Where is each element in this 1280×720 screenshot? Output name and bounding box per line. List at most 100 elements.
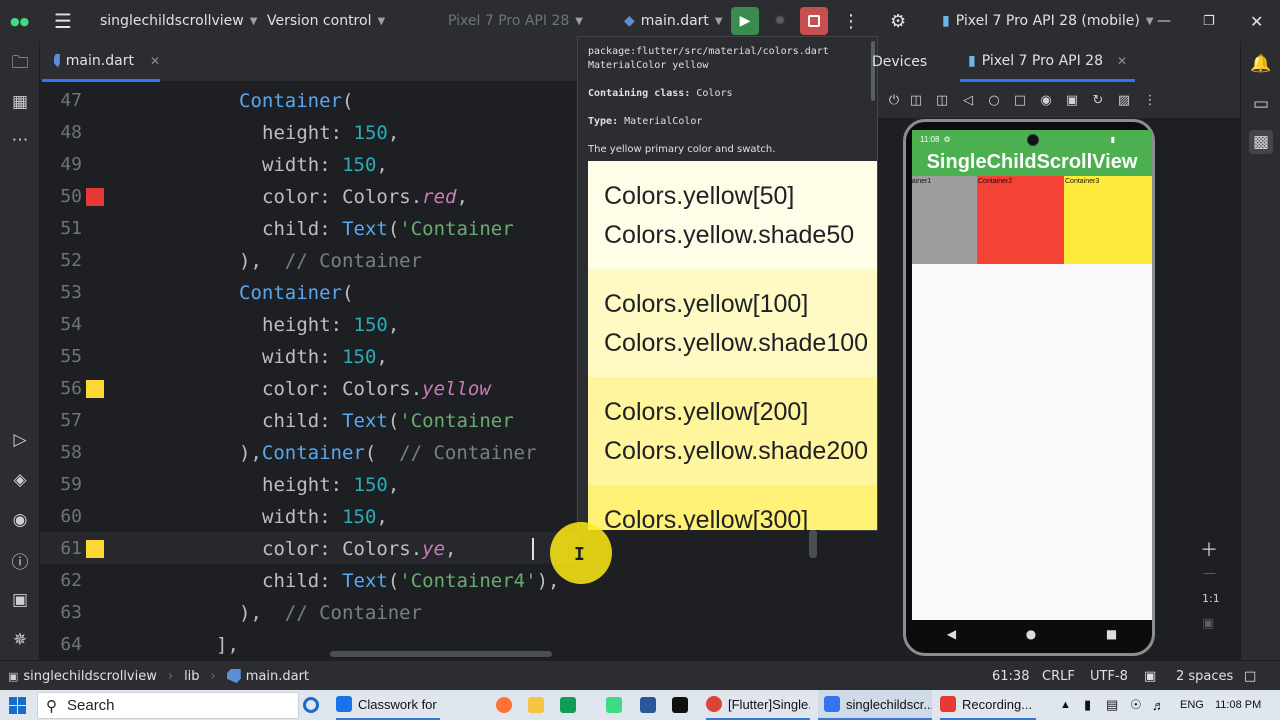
taskbar-clock[interactable]: 11:08 PM — [1215, 690, 1261, 720]
code-line[interactable]: 57 child: Text('Container — [40, 405, 580, 437]
file-encoding[interactable]: UTF-8 — [1090, 661, 1128, 691]
zoom-actual-size[interactable]: 1:1 — [1202, 592, 1220, 605]
taskbar-app-android-studio[interactable]: singlechildscr... — [818, 690, 932, 720]
nav-back-icon[interactable]: ◀ — [947, 627, 956, 641]
taskbar-search[interactable]: ⚲ Search — [37, 692, 299, 719]
code-line[interactable]: 62 child: Text('Container4'), — [40, 565, 580, 597]
display-icon[interactable]: ▨ — [1116, 92, 1132, 108]
phone-screen[interactable]: 11:08 ⚙ ▮ SingleChildScrollView Containe… — [912, 130, 1152, 620]
file-explorer-icon[interactable] — [528, 690, 544, 720]
color-gutter-swatch[interactable] — [86, 540, 104, 558]
windows-start-icon[interactable] — [9, 690, 26, 720]
gem-icon[interactable]: ◈ — [8, 468, 32, 492]
code-line[interactable]: 54 height: 150, — [40, 309, 580, 341]
cortana-icon[interactable] — [303, 690, 319, 720]
editor-vscrollbar[interactable] — [809, 530, 817, 558]
device-manager-icon[interactable]: ▭ — [1249, 92, 1273, 116]
language-indicator[interactable]: ENG — [1180, 690, 1204, 720]
code-editor[interactable]: 47 Container(48 height: 150, 49 width: 150, 5… — [40, 82, 580, 660]
volume-up-icon[interactable]: ◫ — [908, 92, 924, 108]
volume-icon[interactable]: ♬ — [1152, 690, 1165, 720]
lock-icon[interactable]: □ — [1244, 661, 1256, 691]
tab-pixel-device[interactable]: ▮ Pixel 7 Pro API 28 ✕ — [960, 42, 1136, 82]
readonly-icon[interactable]: ▣ — [1144, 661, 1156, 691]
code-line[interactable]: 58),Container( // Container — [40, 437, 580, 469]
code-line[interactable]: 60 width: 150, — [40, 501, 580, 533]
tab-main-dart[interactable]: main.dart ✕ — [42, 42, 160, 82]
minimize-button[interactable]: — — [1157, 0, 1171, 42]
tray-chevron-icon[interactable]: ▲ — [1060, 690, 1071, 720]
restore-button[interactable]: ❐ — [1203, 0, 1215, 42]
running-devices-icon[interactable]: ▩ — [1249, 130, 1273, 154]
main-menu-icon[interactable]: ☰ — [54, 0, 72, 42]
indent-setting[interactable]: 2 spaces — [1176, 661, 1233, 691]
debug-button[interactable]: ✹ — [766, 7, 794, 35]
device-selector[interactable]: Pixel 7 Pro API 28 ▼ — [448, 0, 583, 42]
notifications-icon[interactable]: 🔔 — [1249, 52, 1273, 76]
media-icon[interactable] — [640, 690, 656, 720]
mic-icon[interactable]: ▮ — [1084, 690, 1091, 720]
terminal-icon[interactable]: ▣ — [8, 588, 32, 612]
doc-scrollbar[interactable] — [871, 41, 875, 101]
close-window-button[interactable]: ✕ — [1250, 0, 1263, 42]
zoom-in-icon[interactable]: ＋ — [1200, 536, 1218, 562]
run-tool-icon[interactable]: ▷ — [8, 428, 32, 452]
firefox-icon[interactable] — [496, 690, 512, 720]
project-selector[interactable]: singlechildscrollview ▼ — [100, 0, 257, 42]
more-icon[interactable]: ⋮ — [1142, 92, 1158, 108]
volume-down-icon[interactable]: ◫ — [934, 92, 950, 108]
zoom-out-icon[interactable]: — — [1203, 566, 1216, 581]
run-button[interactable]: ▶ — [731, 7, 759, 35]
running-device-selector[interactable]: ▮ Pixel 7 Pro API 28 (mobile) ▼ — [942, 0, 1154, 42]
overview-icon[interactable]: □ — [1012, 92, 1028, 108]
color-gutter-swatch[interactable] — [86, 380, 104, 398]
stop-button[interactable] — [800, 7, 828, 35]
wifi-icon[interactable]: ☉ — [1130, 690, 1142, 720]
nav-recents-icon[interactable]: ■ — [1106, 627, 1117, 641]
cursor-position[interactable]: 61:38 — [992, 661, 1029, 691]
close-tab-icon[interactable]: ✕ — [150, 54, 160, 68]
tiktok-icon[interactable] — [672, 690, 688, 720]
android-icon[interactable]: ◉ — [8, 508, 32, 532]
sheets-icon[interactable] — [560, 690, 576, 720]
network-icon[interactable]: ▤ — [1106, 690, 1118, 720]
camera-icon[interactable]: ◉ — [1038, 92, 1054, 108]
code-line[interactable]: 52), // Container — [40, 245, 580, 277]
code-line[interactable]: 49 width: 150, — [40, 149, 580, 181]
line-separator[interactable]: CRLF — [1042, 661, 1075, 691]
breadcrumb-file[interactable]: main.dart — [246, 669, 309, 684]
code-line[interactable]: 55 width: 150, — [40, 341, 580, 373]
taskbar-app-flutter-chrome[interactable]: [Flutter]Single... — [706, 690, 810, 720]
power-icon[interactable]: ⏻ — [886, 92, 902, 108]
code-line[interactable]: 47 Container( — [40, 85, 580, 117]
problems-icon[interactable]: ⓘ — [8, 548, 32, 573]
record-icon[interactable]: ▣ — [1064, 92, 1080, 108]
home-icon[interactable]: ○ — [986, 92, 1002, 108]
breadcrumb-dir[interactable]: lib — [184, 669, 199, 684]
code-line[interactable]: 51 child: Text('Container — [40, 213, 580, 245]
code-line[interactable]: 59 height: 150, — [40, 469, 580, 501]
taskbar-app-recording[interactable]: Recording... — [940, 690, 1036, 720]
code-line[interactable]: 56 color: Colors.yellow — [40, 373, 580, 405]
code-line[interactable]: 61 color: Colors.ye, — [40, 533, 580, 565]
vcs-menu[interactable]: Version control ▼ — [267, 0, 385, 42]
more-tools-icon[interactable]: ⋯ — [8, 128, 32, 152]
code-line[interactable]: 48 height: 150, — [40, 117, 580, 149]
back-icon[interactable]: ◁ — [960, 92, 976, 108]
close-tab-icon[interactable]: ✕ — [1117, 54, 1127, 68]
git-icon[interactable]: ✵ — [8, 628, 32, 652]
nav-home-icon[interactable]: ● — [1026, 627, 1036, 641]
folder-icon[interactable]: 🗀 — [8, 52, 32, 76]
taskbar-app-classwork[interactable]: Classwork for ... — [336, 690, 440, 720]
fit-screen-icon[interactable]: ▣ — [1202, 616, 1214, 631]
tab-running-devices[interactable]: Devices — [872, 42, 927, 82]
bug-icon[interactable]: ⚙ — [890, 0, 906, 42]
code-line[interactable]: 50 color: Colors.red, — [40, 181, 580, 213]
code-line[interactable]: 53 Container( — [40, 277, 580, 309]
editor-hscrollbar[interactable] — [330, 651, 552, 657]
code-line[interactable]: 63), // Container — [40, 597, 580, 629]
color-gutter-swatch[interactable] — [86, 188, 104, 206]
structure-icon[interactable]: ▦ — [8, 90, 32, 114]
code-editor-overflow[interactable] — [580, 530, 820, 660]
rotate-icon[interactable]: ↻ — [1090, 92, 1106, 108]
